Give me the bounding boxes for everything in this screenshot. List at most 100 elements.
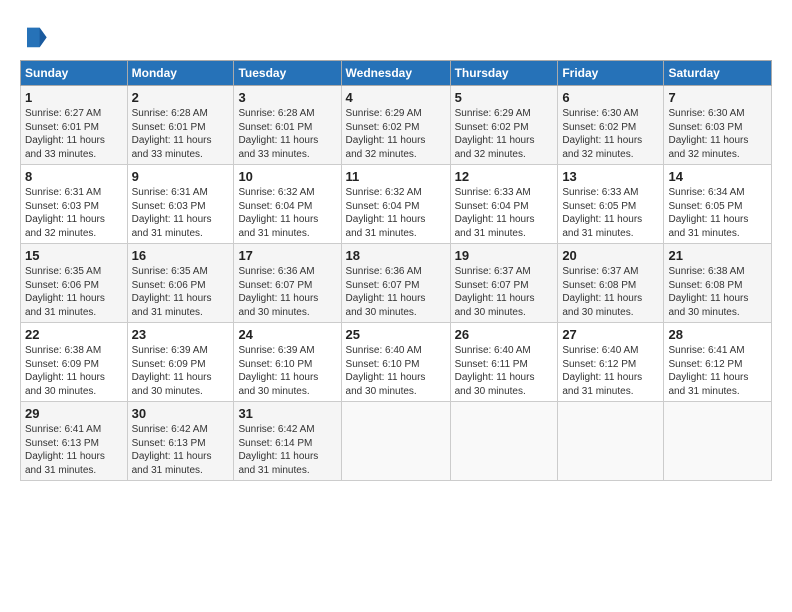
day-info: Sunrise: 6:31 AM Sunset: 6:03 PM Dayligh… [132, 186, 230, 240]
day-number: 23 [132, 327, 230, 342]
day-info: Sunrise: 6:36 AM Sunset: 6:07 PM Dayligh… [346, 265, 446, 319]
day-info: Sunrise: 6:41 AM Sunset: 6:13 PM Dayligh… [25, 423, 123, 477]
day-info: Sunrise: 6:27 AM Sunset: 6:01 PM Dayligh… [25, 107, 123, 161]
day-number: 25 [346, 327, 446, 342]
logo [20, 22, 52, 50]
day-info: Sunrise: 6:34 AM Sunset: 6:05 PM Dayligh… [668, 186, 767, 240]
calendar-cell [450, 402, 558, 481]
day-number: 29 [25, 406, 123, 421]
day-number: 2 [132, 90, 230, 105]
calendar-cell: 28 Sunrise: 6:41 AM Sunset: 6:12 PM Dayli… [664, 323, 772, 402]
day-number: 19 [455, 248, 554, 263]
weekday-header: Wednesday [341, 61, 450, 86]
day-info: Sunrise: 6:41 AM Sunset: 6:12 PM Dayligh… [668, 344, 767, 398]
day-number: 27 [562, 327, 659, 342]
day-info: Sunrise: 6:40 AM Sunset: 6:11 PM Dayligh… [455, 344, 554, 398]
day-info: Sunrise: 6:32 AM Sunset: 6:04 PM Dayligh… [238, 186, 336, 240]
calendar-cell: 12 Sunrise: 6:33 AM Sunset: 6:04 PM Dayli… [450, 165, 558, 244]
calendar-cell: 17 Sunrise: 6:36 AM Sunset: 6:07 PM Dayli… [234, 244, 341, 323]
day-number: 1 [25, 90, 123, 105]
calendar-cell: 26 Sunrise: 6:40 AM Sunset: 6:11 PM Dayli… [450, 323, 558, 402]
day-info: Sunrise: 6:29 AM Sunset: 6:02 PM Dayligh… [346, 107, 446, 161]
calendar-cell: 10 Sunrise: 6:32 AM Sunset: 6:04 PM Dayli… [234, 165, 341, 244]
day-info: Sunrise: 6:38 AM Sunset: 6:09 PM Dayligh… [25, 344, 123, 398]
day-info: Sunrise: 6:37 AM Sunset: 6:07 PM Dayligh… [455, 265, 554, 319]
day-number: 31 [238, 406, 336, 421]
day-info: Sunrise: 6:38 AM Sunset: 6:08 PM Dayligh… [668, 265, 767, 319]
day-number: 13 [562, 169, 659, 184]
day-number: 22 [25, 327, 123, 342]
calendar-table: SundayMondayTuesdayWednesdayThursdayFrid… [20, 60, 772, 481]
day-number: 12 [455, 169, 554, 184]
day-info: Sunrise: 6:28 AM Sunset: 6:01 PM Dayligh… [132, 107, 230, 161]
day-info: Sunrise: 6:28 AM Sunset: 6:01 PM Dayligh… [238, 107, 336, 161]
day-info: Sunrise: 6:33 AM Sunset: 6:05 PM Dayligh… [562, 186, 659, 240]
calendar-week-row: 22 Sunrise: 6:38 AM Sunset: 6:09 PM Dayli… [21, 323, 772, 402]
day-number: 17 [238, 248, 336, 263]
calendar-cell: 5 Sunrise: 6:29 AM Sunset: 6:02 PM Daylig… [450, 86, 558, 165]
day-number: 3 [238, 90, 336, 105]
calendar-cell: 31 Sunrise: 6:42 AM Sunset: 6:14 PM Dayli… [234, 402, 341, 481]
day-info: Sunrise: 6:39 AM Sunset: 6:10 PM Dayligh… [238, 344, 336, 398]
calendar-week-row: 1 Sunrise: 6:27 AM Sunset: 6:01 PM Daylig… [21, 86, 772, 165]
calendar-page: SundayMondayTuesdayWednesdayThursdayFrid… [0, 0, 792, 612]
calendar-cell: 23 Sunrise: 6:39 AM Sunset: 6:09 PM Dayli… [127, 323, 234, 402]
header [20, 16, 772, 50]
calendar-cell: 19 Sunrise: 6:37 AM Sunset: 6:07 PM Dayli… [450, 244, 558, 323]
calendar-cell: 8 Sunrise: 6:31 AM Sunset: 6:03 PM Daylig… [21, 165, 128, 244]
day-info: Sunrise: 6:33 AM Sunset: 6:04 PM Dayligh… [455, 186, 554, 240]
day-number: 7 [668, 90, 767, 105]
day-info: Sunrise: 6:37 AM Sunset: 6:08 PM Dayligh… [562, 265, 659, 319]
calendar-cell: 16 Sunrise: 6:35 AM Sunset: 6:06 PM Dayli… [127, 244, 234, 323]
day-number: 20 [562, 248, 659, 263]
day-info: Sunrise: 6:31 AM Sunset: 6:03 PM Dayligh… [25, 186, 123, 240]
day-number: 18 [346, 248, 446, 263]
calendar-cell: 9 Sunrise: 6:31 AM Sunset: 6:03 PM Daylig… [127, 165, 234, 244]
calendar-cell: 1 Sunrise: 6:27 AM Sunset: 6:01 PM Daylig… [21, 86, 128, 165]
day-info: Sunrise: 6:40 AM Sunset: 6:12 PM Dayligh… [562, 344, 659, 398]
calendar-cell: 21Sunrise: 6:38 AM Sunset: 6:08 PM Dayli… [664, 244, 772, 323]
day-number: 6 [562, 90, 659, 105]
day-number: 26 [455, 327, 554, 342]
weekday-header: Saturday [664, 61, 772, 86]
day-info: Sunrise: 6:35 AM Sunset: 6:06 PM Dayligh… [132, 265, 230, 319]
day-number: 9 [132, 169, 230, 184]
calendar-cell: 24 Sunrise: 6:39 AM Sunset: 6:10 PM Dayli… [234, 323, 341, 402]
day-info: Sunrise: 6:36 AM Sunset: 6:07 PM Dayligh… [238, 265, 336, 319]
day-info: Sunrise: 6:42 AM Sunset: 6:14 PM Dayligh… [238, 423, 336, 477]
calendar-week-row: 29 Sunrise: 6:41 AM Sunset: 6:13 PM Dayli… [21, 402, 772, 481]
day-info: Sunrise: 6:32 AM Sunset: 6:04 PM Dayligh… [346, 186, 446, 240]
day-number: 15 [25, 248, 123, 263]
calendar-cell: 15 Sunrise: 6:35 AM Sunset: 6:06 PM Dayli… [21, 244, 128, 323]
day-number: 16 [132, 248, 230, 263]
weekday-header: Thursday [450, 61, 558, 86]
calendar-cell [664, 402, 772, 481]
day-info: Sunrise: 6:39 AM Sunset: 6:09 PM Dayligh… [132, 344, 230, 398]
day-number: 24 [238, 327, 336, 342]
calendar-cell: 22 Sunrise: 6:38 AM Sunset: 6:09 PM Dayli… [21, 323, 128, 402]
day-number: 11 [346, 169, 446, 184]
day-number: 8 [25, 169, 123, 184]
day-number: 10 [238, 169, 336, 184]
day-info: Sunrise: 6:29 AM Sunset: 6:02 PM Dayligh… [455, 107, 554, 161]
day-info: Sunrise: 6:42 AM Sunset: 6:13 PM Dayligh… [132, 423, 230, 477]
calendar-cell: 18 Sunrise: 6:36 AM Sunset: 6:07 PM Dayli… [341, 244, 450, 323]
weekday-header: Sunday [21, 61, 128, 86]
day-number: 28 [668, 327, 767, 342]
calendar-cell: 7Sunrise: 6:30 AM Sunset: 6:03 PM Daylig… [664, 86, 772, 165]
calendar-cell: 3 Sunrise: 6:28 AM Sunset: 6:01 PM Daylig… [234, 86, 341, 165]
calendar-cell [558, 402, 664, 481]
day-number: 5 [455, 90, 554, 105]
day-number: 4 [346, 90, 446, 105]
weekday-header-row: SundayMondayTuesdayWednesdayThursdayFrid… [21, 61, 772, 86]
day-info: Sunrise: 6:35 AM Sunset: 6:06 PM Dayligh… [25, 265, 123, 319]
calendar-cell: 4 Sunrise: 6:29 AM Sunset: 6:02 PM Daylig… [341, 86, 450, 165]
calendar-cell: 29 Sunrise: 6:41 AM Sunset: 6:13 PM Dayli… [21, 402, 128, 481]
calendar-cell: 11 Sunrise: 6:32 AM Sunset: 6:04 PM Dayli… [341, 165, 450, 244]
calendar-cell: 20 Sunrise: 6:37 AM Sunset: 6:08 PM Dayli… [558, 244, 664, 323]
day-info: Sunrise: 6:30 AM Sunset: 6:02 PM Dayligh… [562, 107, 659, 161]
calendar-cell: 25Sunrise: 6:40 AM Sunset: 6:10 PM Dayli… [341, 323, 450, 402]
calendar-week-row: 8 Sunrise: 6:31 AM Sunset: 6:03 PM Daylig… [21, 165, 772, 244]
logo-icon [20, 22, 48, 50]
calendar-cell: 14Sunrise: 6:34 AM Sunset: 6:05 PM Dayli… [664, 165, 772, 244]
